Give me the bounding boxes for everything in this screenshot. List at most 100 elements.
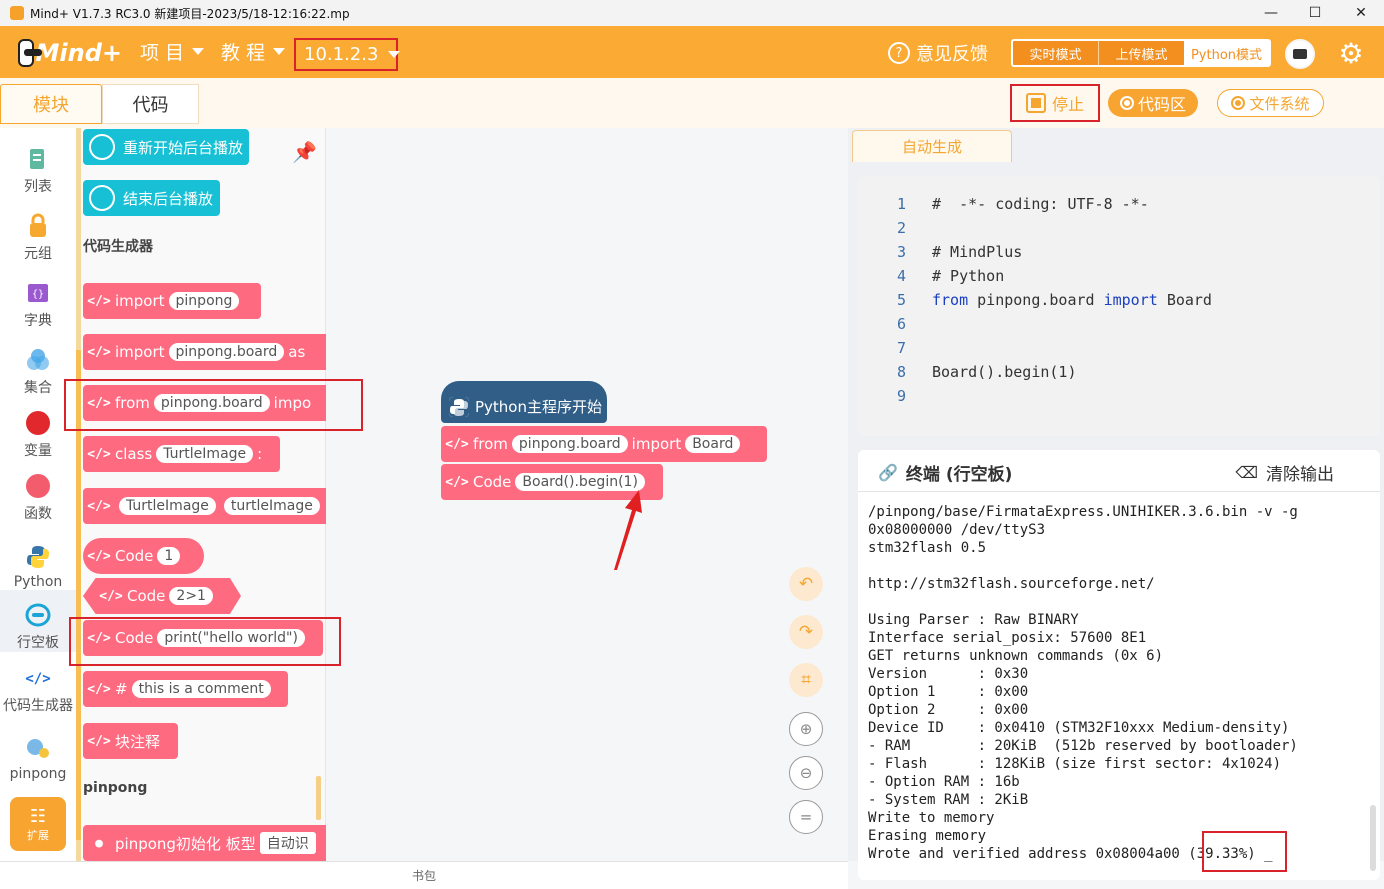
block-import-as[interactable]: </> import pinpong.board as — [83, 334, 326, 370]
audio-ring-icon — [89, 134, 115, 160]
line-text: # MindPlus — [932, 243, 1023, 261]
category-label: pinpong — [9, 766, 67, 782]
stop-button[interactable]: 停止 — [1010, 84, 1100, 122]
python-icon — [449, 397, 469, 417]
block-field[interactable]: pinpong.board — [168, 343, 285, 361]
pin-icon[interactable]: 📌 — [292, 140, 317, 164]
category-code-generator[interactable]: </> 代码生成器 — [0, 653, 76, 715]
block-field[interactable]: turtleImage — [223, 497, 320, 515]
category-set[interactable]: 集合 — [0, 335, 76, 397]
function-icon — [26, 474, 50, 498]
code-icon: </> — [445, 474, 469, 490]
code-line: 4 # Python — [858, 264, 1004, 288]
section-code-generator: 代码生成器 — [83, 239, 153, 255]
block-field[interactable]: 2>1 — [169, 587, 213, 605]
tutorial-menu[interactable]: 教 程 — [221, 38, 286, 65]
block-instance[interactable]: </> TurtleImage turtleImage — [83, 488, 326, 524]
terminal-output[interactable]: /pinpong/base/FirmataExpress.UNIHIKER.3.… — [858, 492, 1380, 880]
zoom-reset-button[interactable]: = — [789, 800, 823, 834]
zoom-in-button[interactable]: ⊕ — [789, 712, 823, 746]
mode-realtime[interactable]: 实时模式 — [1013, 41, 1098, 65]
mode-python[interactable]: Python模式 — [1184, 41, 1269, 65]
board-type-dropdown[interactable]: 自动识 — [259, 832, 316, 854]
python-main-hat-block[interactable]: Python主程序开始 — [441, 381, 607, 423]
code-area-button[interactable]: 代码区 — [1108, 89, 1198, 117]
file-system-button[interactable]: 文件系统 — [1217, 89, 1324, 117]
block-keyword: from — [473, 435, 508, 453]
category-tuple[interactable]: 元组 — [0, 201, 76, 263]
close-button[interactable]: ✕ — [1338, 0, 1384, 26]
tab-code[interactable]: 代码 — [102, 84, 199, 124]
block-field[interactable]: TurtleImage — [119, 497, 216, 515]
block-restart-background-audio[interactable]: 重新开始后台播放 — [83, 129, 249, 165]
block-code-value[interactable]: </> Code 1 — [83, 538, 204, 574]
category-dict[interactable]: {} 字典 — [0, 268, 76, 330]
line-number: 7 — [896, 339, 906, 357]
code-icon: </> — [445, 436, 469, 452]
category-label: 变量 — [24, 443, 52, 459]
redo-button[interactable]: ↷ — [789, 615, 823, 649]
code-icon: </> — [87, 344, 111, 360]
clear-output-button[interactable]: ⌫ 清除输出 — [1235, 460, 1334, 485]
block-class[interactable]: </> class TurtleImage : — [83, 436, 280, 472]
block-label: 结束后台播放 — [123, 189, 214, 208]
stop-label: 停止 — [1051, 95, 1084, 114]
palette-scrollbar-thumb[interactable] — [76, 350, 81, 840]
block-import[interactable]: </> import pinpong — [83, 283, 261, 319]
block-keyword: # — [115, 680, 128, 698]
block-comment[interactable]: </> # this is a comment — [83, 671, 288, 707]
category-function[interactable]: 函数 — [0, 461, 76, 523]
category-unihiker[interactable]: 行空板 — [0, 590, 76, 652]
crop-cleanup-button[interactable]: ⌗ — [789, 663, 823, 697]
maximize-button[interactable]: ☐ — [1292, 0, 1338, 26]
block-pinpong-init[interactable]: ● pinpong初始化 板型 自动识 — [83, 825, 326, 861]
block-field[interactable]: TurtleImage — [156, 445, 254, 463]
code-line: 9 — [858, 384, 932, 408]
line-number: 8 — [896, 363, 906, 381]
extension-button[interactable]: ☷ 扩展 — [10, 797, 66, 851]
block-code-statement[interactable]: </> Code print("hello world") — [83, 620, 323, 656]
logo-text: Mind+ — [35, 39, 122, 67]
feedback-button[interactable]: ? 意见反馈 — [888, 40, 988, 66]
workspace-block-from-import[interactable]: </> from pinpong.board import Board — [441, 426, 767, 462]
tab-blocks[interactable]: 模块 — [0, 84, 102, 124]
block-field[interactable]: Board — [685, 435, 741, 453]
category-pinpong[interactable]: pinpong — [0, 720, 76, 782]
category-label: 列表 — [24, 179, 52, 195]
block-code-boolean[interactable]: </> Code 2>1 — [83, 578, 241, 614]
block-field[interactable]: pinpong.board — [153, 394, 270, 412]
category-variable[interactable]: 变量 — [0, 398, 76, 460]
block-from-import[interactable]: </> from pinpong.board impo — [83, 385, 326, 421]
block-field[interactable]: pinpong.board — [511, 435, 628, 453]
project-menu[interactable]: 项 目 — [140, 38, 205, 65]
chevron-down-icon — [273, 48, 286, 55]
list-icon — [30, 149, 44, 169]
user-avatar[interactable] — [1285, 39, 1315, 69]
mind-plus-logo: Mind+ — [18, 36, 122, 70]
category-label: 集合 — [24, 380, 52, 396]
block-field[interactable]: print("hello world") — [157, 629, 305, 647]
block-field[interactable]: 1 — [157, 547, 181, 565]
zoom-out-button[interactable]: ⊖ — [789, 756, 823, 790]
block-field[interactable]: this is a comment — [131, 680, 271, 698]
block-block-comment[interactable]: </> 块注释 — [83, 723, 178, 759]
line-text: from pinpong.board import Board — [932, 291, 1212, 309]
red-arrow-annotation — [614, 490, 642, 570]
terminal-scrollbar[interactable] — [1370, 805, 1376, 871]
code-editor[interactable]: 1 # -*- coding: UTF-8 -*- 2 3 # MindPlus… — [858, 176, 1380, 436]
category-list[interactable]: 列表 — [0, 134, 76, 196]
minimize-button[interactable]: — — [1248, 0, 1294, 26]
code-line: 1 # -*- coding: UTF-8 -*- — [858, 192, 1149, 216]
code-area-label: 代码区 — [1137, 95, 1186, 114]
undo-button[interactable]: ↶ — [789, 567, 823, 601]
block-field[interactable]: pinpong — [168, 292, 240, 310]
version-selector[interactable]: 10.1.2.3 — [294, 38, 401, 71]
code-icon: </> — [87, 293, 111, 309]
backpack-bar[interactable]: 书包 — [0, 861, 848, 889]
mode-upload[interactable]: 上传模式 — [1098, 41, 1184, 65]
block-stop-background-audio[interactable]: 结束后台播放 — [83, 180, 220, 216]
gear-icon[interactable]: ⚙ — [1336, 39, 1366, 69]
svg-text:{}: {} — [32, 289, 44, 300]
category-python[interactable]: Python — [0, 528, 76, 590]
tab-auto-generate[interactable]: 自动生成 — [852, 130, 1012, 162]
